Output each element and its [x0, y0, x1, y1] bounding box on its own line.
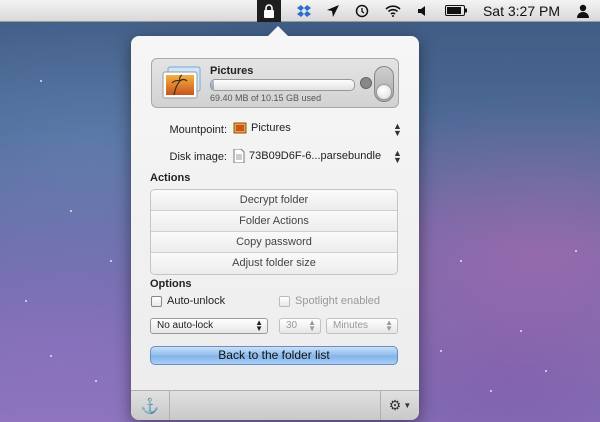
user-icon[interactable]	[576, 0, 590, 22]
volume-icon[interactable]	[417, 0, 429, 22]
menu-bar: Sat 3:27 PM	[0, 0, 600, 22]
mountpoint-label: Mountpoint:	[169, 124, 227, 136]
spotlight-label: Spotlight enabled	[295, 295, 381, 307]
folder-actions-button[interactable]: Folder Actions	[151, 211, 397, 232]
battery-icon[interactable]	[444, 0, 467, 22]
auto-unlock-checkbox[interactable]	[151, 296, 162, 307]
popover-footer: ⚓ ⚙ ▼	[131, 390, 419, 420]
interval-unit-arrows-icon: ▲ ▼	[385, 318, 393, 333]
auto-lock-select-value: No auto-lock	[157, 320, 214, 331]
disk-name: Pictures	[210, 65, 254, 77]
disk-usage-bar	[210, 79, 355, 91]
disk-usage-text: 69.40 MB of 10.15 GB used	[210, 93, 322, 103]
adjust-folder-size-button[interactable]: Adjust folder size	[151, 253, 397, 274]
menubar-clock[interactable]: Sat 3:27 PM	[483, 0, 560, 22]
status-indicator	[360, 77, 372, 89]
auto-lock-select[interactable]: No auto-lock ▲ ▼	[150, 318, 268, 334]
time-machine-icon[interactable]	[355, 0, 369, 22]
popover-arrow	[268, 26, 288, 36]
mountpoint-value: Pictures	[251, 122, 291, 134]
actions-title: Actions	[150, 172, 191, 184]
interval-unit: Minutes	[333, 320, 369, 331]
spotlight-checkbox[interactable]	[279, 296, 290, 307]
disk-image-select[interactable]: 73B09D6F-6...parsebundle	[233, 149, 381, 163]
gear-icon[interactable]: ⚙ ▼	[380, 391, 419, 420]
mountpoint-updown-icon[interactable]: ▲ ▼	[393, 122, 402, 138]
location-icon[interactable]	[326, 0, 339, 22]
interval-unit-select[interactable]: Minutes ▲ ▼	[326, 318, 398, 334]
mount-toggle-knob[interactable]	[376, 84, 392, 100]
disk-image-label: Disk image:	[169, 151, 227, 163]
auto-lock-select-arrows-icon: ▲ ▼	[255, 318, 263, 333]
auto-unlock-label: Auto-unlock	[167, 295, 226, 307]
pictures-folder-small-icon	[233, 122, 247, 134]
disk-usage-bar-fill	[211, 80, 214, 90]
mountpoint-select[interactable]: Pictures	[233, 122, 291, 134]
document-icon	[233, 149, 245, 163]
dropbox-icon[interactable]	[296, 0, 311, 22]
copy-password-button[interactable]: Copy password	[151, 232, 397, 253]
disk-image-value: 73B09D6F-6...parsebundle	[249, 150, 382, 162]
encryption-popover: Pictures 69.40 MB of 10.15 GB used Mount…	[131, 26, 419, 420]
options-title: Options	[150, 278, 192, 290]
interval-value-select[interactable]: 30 ▲ ▼	[279, 318, 321, 334]
disk-image-updown-icon[interactable]: ▲ ▼	[393, 149, 402, 165]
chevron-down-icon: ▼	[403, 401, 412, 410]
mount-toggle[interactable]	[374, 66, 394, 102]
lock-icon[interactable]	[256, 0, 281, 22]
anchor-icon[interactable]: ⚓	[131, 391, 170, 420]
interval-value-arrows-icon: ▲ ▼	[308, 318, 316, 333]
disk-summary: Pictures 69.40 MB of 10.15 GB used	[151, 58, 399, 108]
pictures-folder-icon	[160, 65, 204, 101]
wifi-icon[interactable]	[385, 0, 401, 22]
back-to-folder-list-button[interactable]: Back to the folder list	[150, 346, 398, 365]
actions-list: Decrypt folder Folder Actions Copy passw…	[150, 189, 398, 275]
decrypt-folder-button[interactable]: Decrypt folder	[151, 190, 397, 211]
interval-value: 30	[286, 320, 298, 331]
